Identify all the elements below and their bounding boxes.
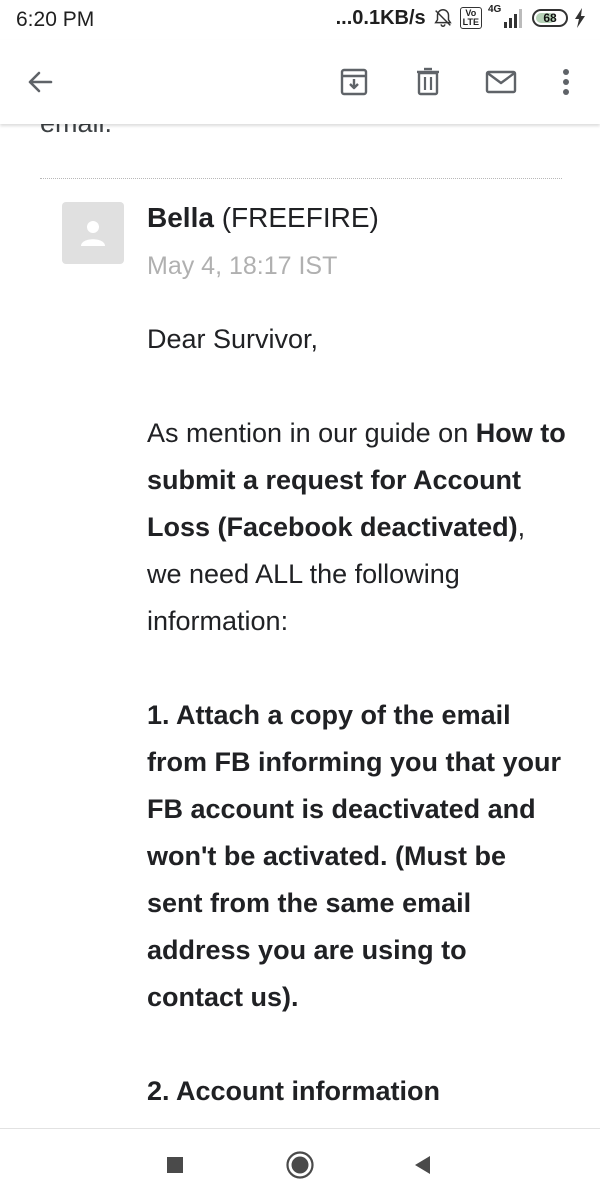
requirement-item-1-text: 1. Attach a copy of the email from FB in… [147, 700, 561, 1012]
person-icon [81, 221, 105, 246]
archive-button[interactable] [332, 60, 376, 104]
more-options-button[interactable] [544, 60, 588, 104]
charging-bolt-icon [574, 8, 586, 28]
status-indicators: ...0.1KB/s Vo LTE 4G 68 [335, 4, 586, 30]
back-icon [415, 1156, 430, 1174]
home-icon [286, 1151, 314, 1179]
sender-header[interactable]: Bella (FREEFIRE) [147, 202, 379, 234]
requirement-item-2: 2. Account information [147, 1068, 567, 1115]
delete-button[interactable] [406, 60, 450, 104]
volte-label: Vo LTE [462, 8, 479, 27]
back-arrow-icon [28, 71, 53, 93]
volte-icon: Vo LTE [459, 7, 482, 29]
home-button[interactable] [282, 1147, 318, 1183]
delete-icon [417, 67, 439, 96]
mail-icon [485, 70, 517, 94]
requirement-item-2-text: 2. Account information [147, 1076, 441, 1106]
nav-back-button[interactable] [404, 1147, 440, 1183]
greeting: Dear Survivor, [147, 324, 319, 354]
message-divider [40, 178, 562, 179]
message-content[interactable]: email. Bella (FREEFIRE) May 4, 18:17 IST… [0, 40, 600, 1128]
battery-level: 68 [543, 11, 557, 25]
status-bar: 6:20 PM ...0.1KB/s Vo LTE 4G 68 [0, 0, 600, 40]
signal-icon: 4G [488, 4, 526, 30]
status-time: 6:20 PM [16, 8, 95, 31]
app-toolbar [0, 40, 600, 124]
network-speed: ...0.1KB/s [335, 6, 426, 29]
mark-unread-button[interactable] [479, 60, 523, 104]
overflow-menu-icon [563, 69, 569, 95]
avatar[interactable] [62, 202, 124, 264]
email-body: Dear Survivor, As mention in our guide o… [147, 316, 567, 1115]
intro-text-1: As mention in our guide on [147, 418, 476, 448]
intro-paragraph: As mention in our guide on How to submit… [147, 410, 567, 645]
navigation-bar [0, 1128, 600, 1201]
message-date: May 4, 18:17 IST [147, 252, 338, 280]
back-button[interactable] [18, 60, 62, 104]
archive-icon [340, 68, 368, 96]
sender-org: (FREEFIRE) [221, 202, 379, 233]
alarm-off-icon [432, 7, 454, 29]
sender-name: Bella [147, 202, 214, 233]
recents-icon [167, 1157, 183, 1173]
requirement-item-1: 1. Attach a copy of the email from FB in… [147, 692, 567, 1021]
battery-icon: 68 [532, 9, 568, 27]
recents-button[interactable] [157, 1147, 193, 1183]
